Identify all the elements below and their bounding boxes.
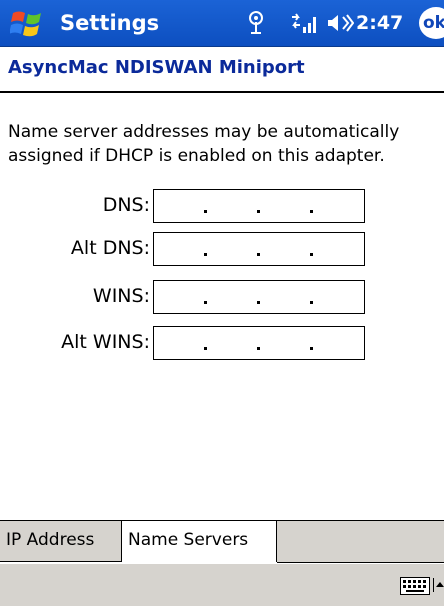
alt-wins-label: Alt WINS: — [61, 331, 150, 353]
ip-separator — [204, 210, 207, 213]
speaker-icon[interactable] — [326, 12, 354, 34]
title-bar: Settings 2:47 ok — [0, 0, 444, 47]
ip-separator — [257, 210, 260, 213]
clock[interactable]: 2:47 — [356, 12, 403, 34]
ip-separator — [310, 210, 313, 213]
header-divider — [0, 91, 444, 93]
keyboard-icon[interactable] — [400, 577, 430, 595]
ok-button[interactable]: ok — [419, 7, 444, 39]
alt-dns-label: Alt DNS: — [70, 237, 150, 259]
page-title: AsyncMac NDISWAN Miniport — [8, 57, 305, 78]
dns-label: DNS: — [102, 194, 150, 216]
ip-separator — [204, 253, 207, 256]
ip-separator — [257, 347, 260, 350]
alt-dns-input[interactable] — [153, 232, 365, 266]
tab-strip: IP Address Name Servers — [0, 520, 444, 563]
ip-separator — [204, 301, 207, 304]
tab-ip-address[interactable]: IP Address — [0, 521, 122, 562]
sip-arrow-icon[interactable] — [433, 578, 444, 592]
dns-input[interactable] — [153, 189, 365, 223]
antenna-icon[interactable] — [246, 10, 266, 36]
tab-strip-filler — [277, 521, 444, 563]
ip-separator — [257, 301, 260, 304]
app-title: Settings — [60, 11, 160, 35]
ip-separator — [204, 347, 207, 350]
wins-label: WINS: — [92, 285, 150, 307]
ip-separator — [310, 253, 313, 256]
signal-icon[interactable] — [290, 11, 320, 35]
windows-start-icon[interactable] — [10, 7, 44, 39]
menu-bar — [0, 563, 444, 606]
ip-separator — [310, 301, 313, 304]
description-text: Name server addresses may be automatical… — [8, 122, 400, 166]
tab-name-servers[interactable]: Name Servers — [122, 521, 277, 562]
page-header: AsyncMac NDISWAN Miniport — [0, 47, 444, 91]
wins-input[interactable] — [153, 280, 365, 314]
alt-wins-input[interactable] — [153, 326, 365, 360]
ip-separator — [310, 347, 313, 350]
ip-separator — [257, 253, 260, 256]
